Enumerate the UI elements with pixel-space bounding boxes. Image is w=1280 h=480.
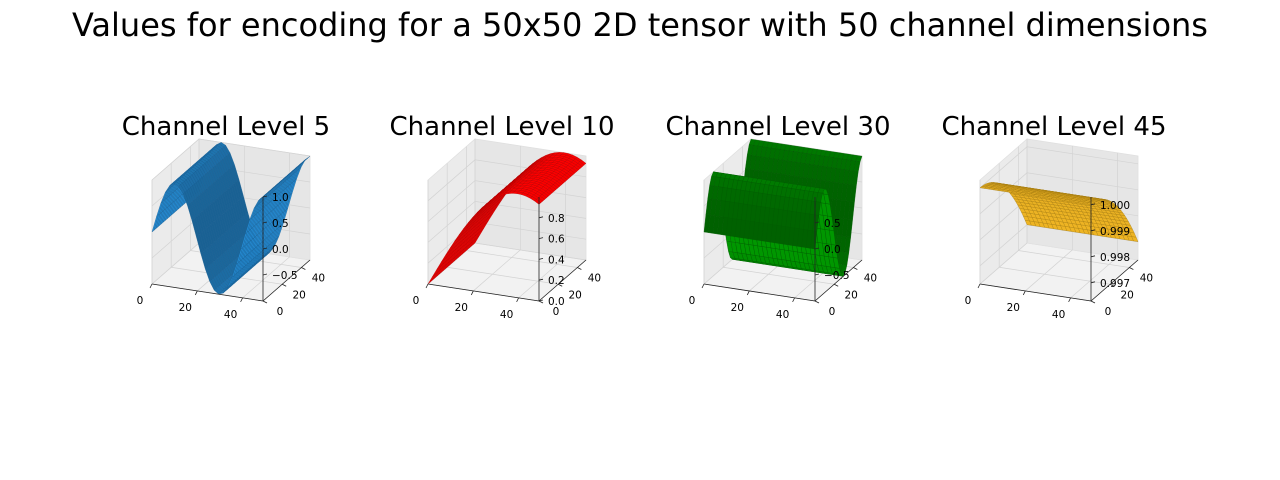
z-tick-label: 0.998 bbox=[1100, 252, 1130, 264]
y-tick bbox=[301, 267, 306, 270]
z-tick-label: 0.2 bbox=[548, 275, 565, 287]
y-tick bbox=[538, 300, 544, 304]
x-tick-label: 40 bbox=[224, 309, 237, 321]
y-tick bbox=[1129, 267, 1134, 270]
x-tick-label: 40 bbox=[500, 309, 513, 321]
figure: Values for encoding for a 50x50 2D tenso… bbox=[72, 6, 1208, 321]
x-tick-label: 0 bbox=[689, 295, 696, 307]
y-tick bbox=[262, 300, 268, 304]
subplot-title: Channel Level 30 bbox=[666, 112, 891, 142]
y-tick bbox=[577, 267, 582, 270]
x-tick bbox=[240, 297, 243, 303]
y-tick bbox=[853, 267, 858, 270]
y-tick bbox=[834, 283, 839, 287]
z-tick-label: −0.5 bbox=[824, 270, 850, 282]
x-tick-label: 0 bbox=[137, 295, 144, 307]
x-tick bbox=[1068, 297, 1071, 303]
z-tick-label: 0.4 bbox=[548, 254, 565, 266]
y-tick-label: 0 bbox=[277, 306, 284, 318]
z-tick-label: 1.0 bbox=[272, 192, 289, 204]
x-tick bbox=[1022, 290, 1026, 296]
y-tick bbox=[814, 300, 820, 304]
subplot-4: Channel Level 45 0 20 40 0 20 40 0.997 0.998 0.9… bbox=[942, 112, 1167, 321]
x-tick bbox=[149, 283, 153, 289]
x-tick-label: 20 bbox=[179, 302, 192, 314]
y-tick bbox=[1090, 300, 1096, 304]
x-tick-label: 40 bbox=[1052, 309, 1065, 321]
x-tick bbox=[746, 290, 750, 296]
x-tick-label: 20 bbox=[455, 302, 468, 314]
z-tick-label: 0.997 bbox=[1100, 278, 1130, 290]
x-tick bbox=[516, 297, 519, 303]
x-tick bbox=[194, 290, 198, 296]
z-tick-label: 0.8 bbox=[548, 213, 565, 225]
z-tick-label: 0.6 bbox=[548, 234, 565, 246]
subplot-title: Channel Level 5 bbox=[122, 112, 330, 142]
y-tick-label: 20 bbox=[845, 289, 858, 301]
x-tick-label: 0 bbox=[965, 295, 972, 307]
x-tick-label: 20 bbox=[1007, 302, 1020, 314]
subplot-title: Channel Level 10 bbox=[390, 112, 615, 142]
y-tick-label: 0 bbox=[829, 306, 836, 318]
y-tick bbox=[282, 283, 287, 287]
y-tick-label: 20 bbox=[293, 289, 306, 301]
z-tick-label: 0.0 bbox=[548, 296, 565, 308]
x-tick-label: 40 bbox=[776, 309, 789, 321]
y-tick-label: 0 bbox=[1105, 306, 1112, 318]
z-tick-label: 0.0 bbox=[272, 244, 289, 256]
z-tick-label: 1.000 bbox=[1100, 200, 1130, 212]
y-tick-label: 40 bbox=[1140, 273, 1153, 285]
x-tick-label: 20 bbox=[731, 302, 744, 314]
z-tick-label: 0.5 bbox=[824, 218, 841, 230]
z-tick-label: −0.5 bbox=[272, 270, 298, 282]
x-tick-label: 0 bbox=[413, 295, 420, 307]
z-tick-label: 0.999 bbox=[1100, 226, 1130, 238]
subplot-2: Channel Level 10 02040 020400.00.20.40.60… bbox=[390, 112, 615, 321]
x-tick bbox=[470, 290, 474, 296]
z-tick-label: 0.0 bbox=[824, 244, 841, 256]
subplot-title: Channel Level 45 bbox=[942, 112, 1167, 142]
y-tick-label: 40 bbox=[864, 273, 877, 285]
x-tick bbox=[425, 283, 429, 289]
subplot-1: Channel Level 5 0 20 40 0 20 40 −0.5 0.0 0.5 1.0 bbox=[122, 112, 330, 321]
x-tick bbox=[701, 283, 705, 289]
y-tick-label: 20 bbox=[1121, 289, 1134, 301]
x-tick bbox=[977, 283, 981, 289]
y-tick-label: 20 bbox=[569, 289, 582, 301]
x-tick bbox=[792, 297, 795, 303]
subplot-3: Channel Level 30 0 20 40 0 20 40 −0.5 0.0 0.5 bbox=[666, 112, 891, 321]
y-tick-label: 40 bbox=[588, 273, 601, 285]
figure-title: Values for encoding for a 50x50 2D tenso… bbox=[72, 6, 1208, 44]
z-tick-label: 0.5 bbox=[272, 218, 289, 230]
y-tick-label: 40 bbox=[312, 273, 325, 285]
